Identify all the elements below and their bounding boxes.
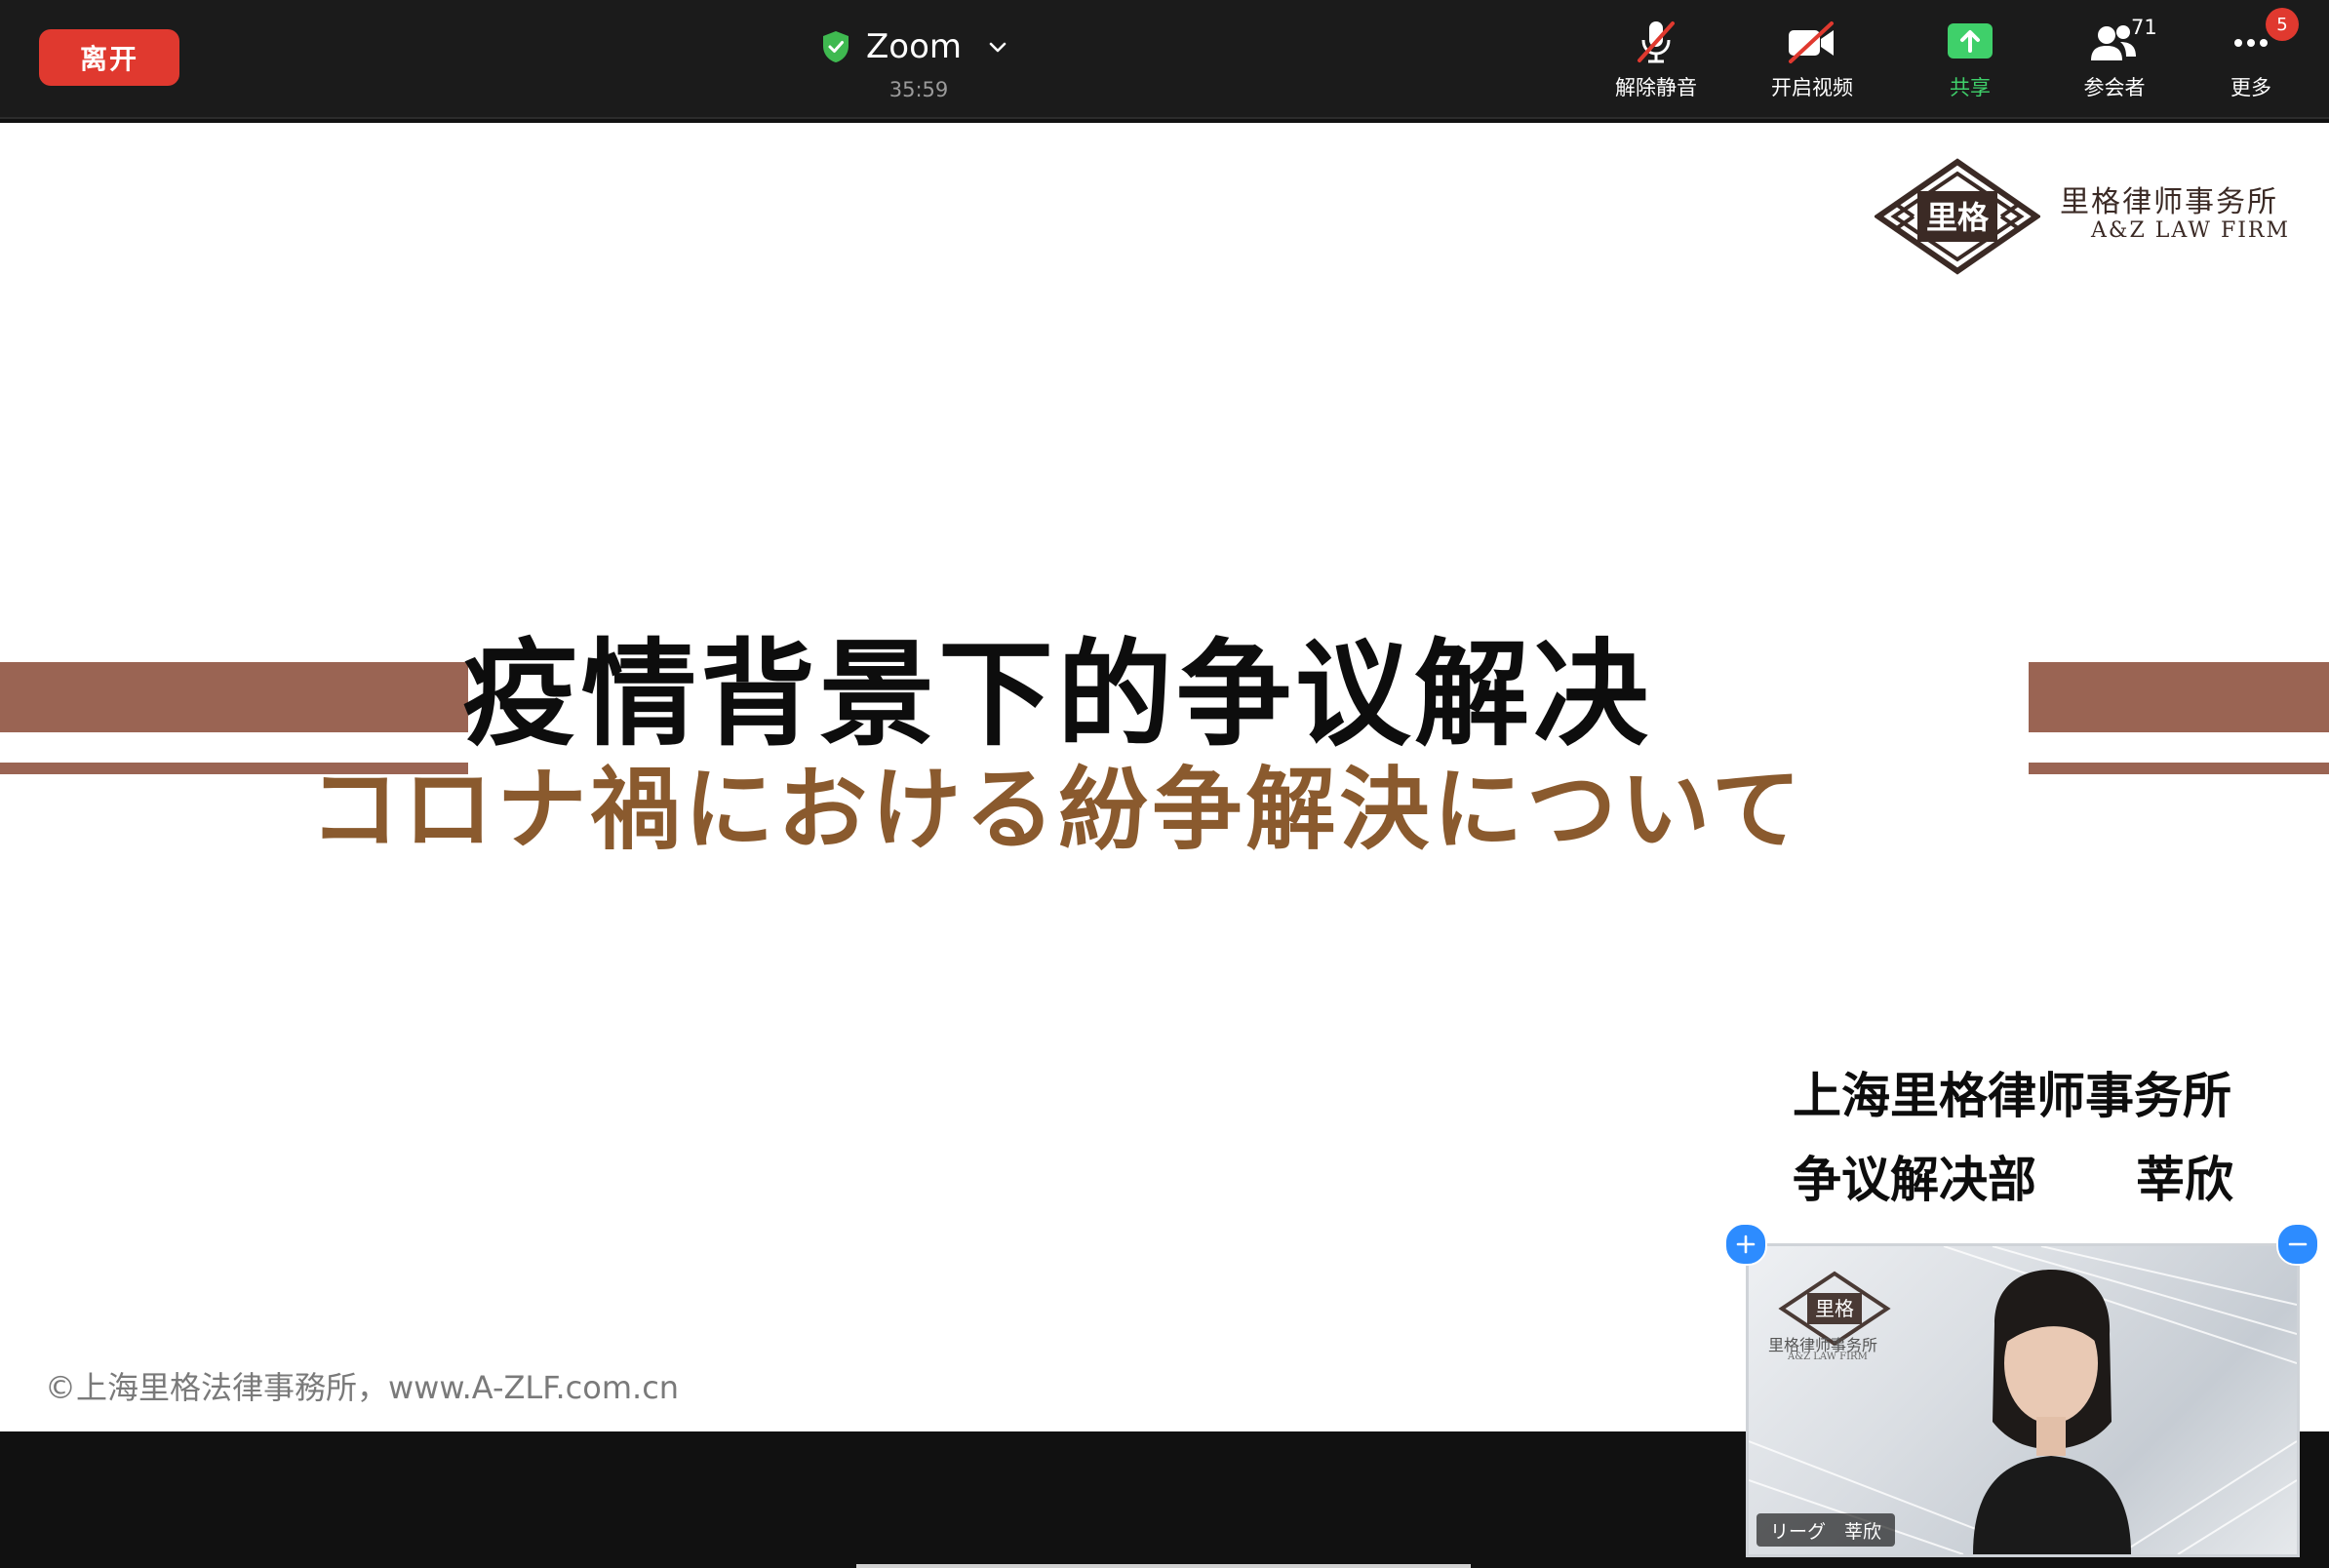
expand-video-button[interactable]: [1724, 1223, 1767, 1266]
department-name: 争议解决部: [1793, 1152, 2036, 1208]
participant-name-tag: リーグ 莘欣: [1757, 1513, 1896, 1547]
shared-screen-slide: 里格 里格律师事务所 A&Z LAW FIRM 疫情背景下的争议解决 コロナ禍に…: [0, 123, 2329, 1431]
plus-icon: [1736, 1235, 1756, 1254]
meeting-info-dropdown[interactable]: Zoom: [821, 27, 1008, 66]
unmute-label: 解除静音: [1615, 76, 1697, 99]
svg-text:里格: 里格: [1926, 199, 1990, 236]
minus-icon: [2288, 1242, 2308, 1246]
mic-muted-icon: [1638, 21, 1675, 63]
more-label: 更多: [2230, 76, 2271, 99]
meeting-toolbar: 离开 Zoom 35:59 解除静音 开启视频 共享 71 参会者 5 更多: [0, 0, 2329, 119]
video-off-icon: [1789, 21, 1834, 63]
start-video-label: 开启视频: [1771, 76, 1853, 99]
copyright-footer: ©上海里格法律事務所，www.A-ZLF.com.cn: [45, 1369, 680, 1406]
start-video-button[interactable]: 开启视频: [1749, 18, 1875, 101]
leave-button[interactable]: 离开: [39, 29, 179, 86]
more-button[interactable]: 5 更多: [2188, 8, 2314, 101]
share-label: 共享: [1950, 76, 1991, 99]
logo-english-name: A&Z LAW FIRM: [2091, 218, 2291, 243]
shield-check-icon: [823, 31, 849, 62]
participants-count: 71: [2131, 16, 2157, 39]
minimize-video-button[interactable]: [2276, 1223, 2319, 1266]
logo-chinese-name: 里格律师事务所: [2060, 185, 2278, 219]
video-logo-en: A&Z LAW FIRM: [1788, 1352, 1868, 1362]
participant-figure: [1973, 1270, 2131, 1554]
self-video-thumbnail[interactable]: 里格 里格律师事务所 A&Z LAW FIRM リーグ 莘欣: [1746, 1243, 2300, 1557]
firm-logo: 里格 里格律师事务所 A&Z LAW FIRM: [1875, 158, 2294, 285]
notification-badge: 5: [2266, 8, 2299, 41]
bottom-scroll-indicator: [856, 1564, 1471, 1568]
slide-subtitle: コロナ禍における紛争解決について: [309, 758, 1805, 862]
share-screen-button[interactable]: 共享: [1907, 18, 2033, 101]
participants-label: 参会者: [2083, 76, 2146, 99]
participants-button[interactable]: 71 参会者: [2051, 16, 2178, 101]
app-title: Zoom: [866, 27, 963, 66]
chevron-down-icon: [989, 42, 1007, 53]
svg-text:里格: 里格: [1815, 1297, 1854, 1320]
meeting-timer: 35:59: [888, 78, 949, 101]
firm-logo-emblem: 里格: [1875, 158, 2040, 275]
firm-name: 上海里格律师事务所: [1793, 1068, 2231, 1124]
presenter-name: 莘欣: [2136, 1152, 2233, 1208]
share-screen-icon: [1948, 23, 1993, 59]
unmute-button[interactable]: 解除静音: [1593, 18, 1719, 101]
